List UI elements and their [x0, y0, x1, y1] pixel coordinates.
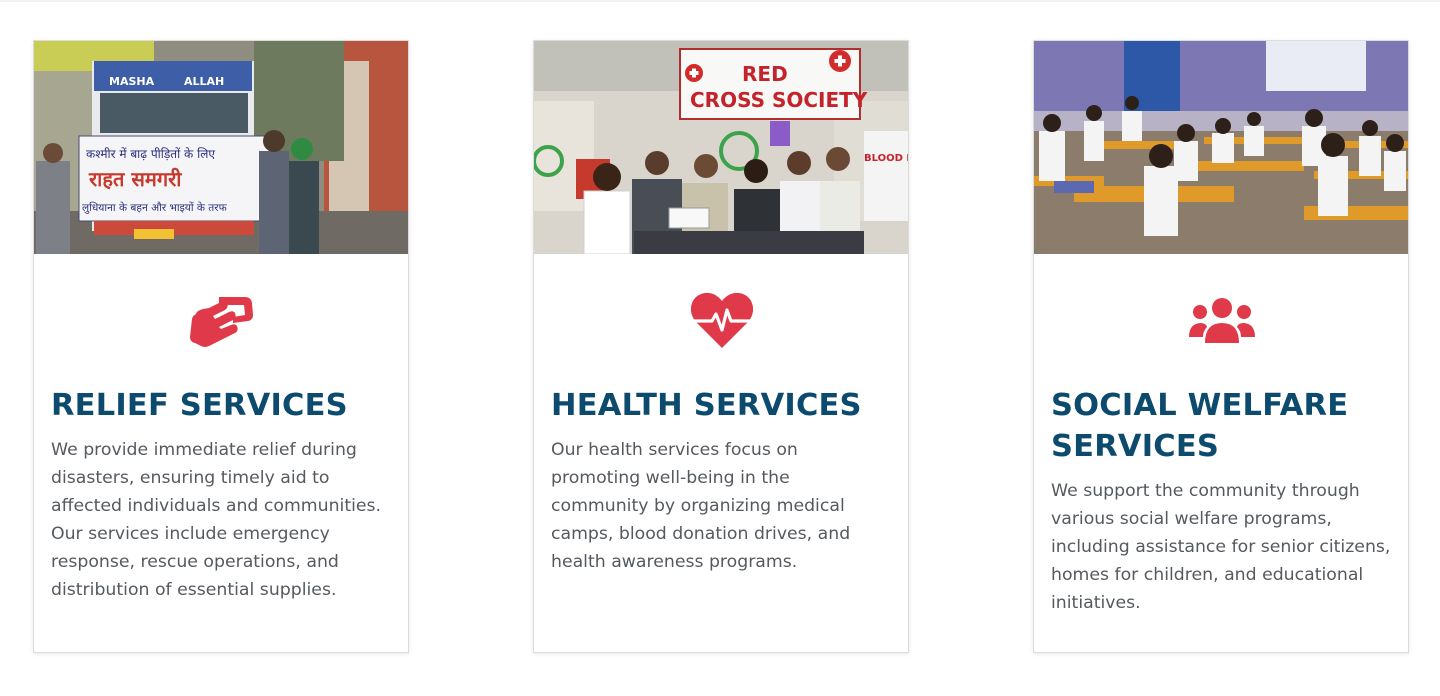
- social-welfare-description: We support the community through various…: [1051, 481, 1391, 613]
- handshake-icon: [190, 297, 253, 347]
- service-card-health: RED CROSS SOCIETY BLOOD DONATION: [533, 40, 909, 653]
- relief-title: RELIEF SERVICES: [51, 388, 348, 423]
- users-group-icon: [1189, 298, 1255, 343]
- sign-line-1: RED: [742, 62, 788, 86]
- services-section: MASHA ALLAH कश्मीर में बाढ़ पीड़ितों के …: [0, 0, 1440, 696]
- relief-description: We provide immediate relief during disas…: [51, 440, 382, 600]
- service-card-relief: MASHA ALLAH कश्मीर में बाढ़ पीड़ितों के …: [33, 40, 409, 653]
- social-icon-wrap: [1034, 291, 1408, 351]
- classroom-photo: [1034, 41, 1408, 254]
- health-photo: RED CROSS SOCIETY BLOOD DONATION: [534, 41, 909, 254]
- banner-line-3: लुधियाना के बहन और भाइयों के तरफ: [82, 201, 228, 214]
- health-icon-wrap: [534, 291, 908, 351]
- relief-icon-wrap: [34, 291, 408, 351]
- blood-donation-sign: BLOOD DONATION: [864, 153, 909, 164]
- sign-line-2: CROSS SOCIETY: [690, 88, 868, 112]
- social-welfare-title: SOCIAL WELFARE SERVICES: [1051, 388, 1349, 464]
- relief-photo: MASHA ALLAH कश्मीर में बाढ़ पीड़ितों के …: [34, 41, 408, 254]
- heartbeat-icon: [690, 292, 754, 348]
- service-card-social-welfare: SOCIAL WELFARE SERVICES We support the c…: [1033, 40, 1409, 653]
- truck-top-text-1: MASHA: [109, 75, 155, 88]
- banner-line-2: राहत समगरी: [88, 167, 182, 191]
- banner-line-1: कश्मीर में बाढ़ पीड़ितों के लिए: [86, 147, 215, 161]
- health-description: Our health services focus on promoting w…: [551, 440, 851, 572]
- truck-top-text-2: ALLAH: [184, 75, 224, 88]
- health-title: HEALTH SERVICES: [551, 388, 862, 423]
